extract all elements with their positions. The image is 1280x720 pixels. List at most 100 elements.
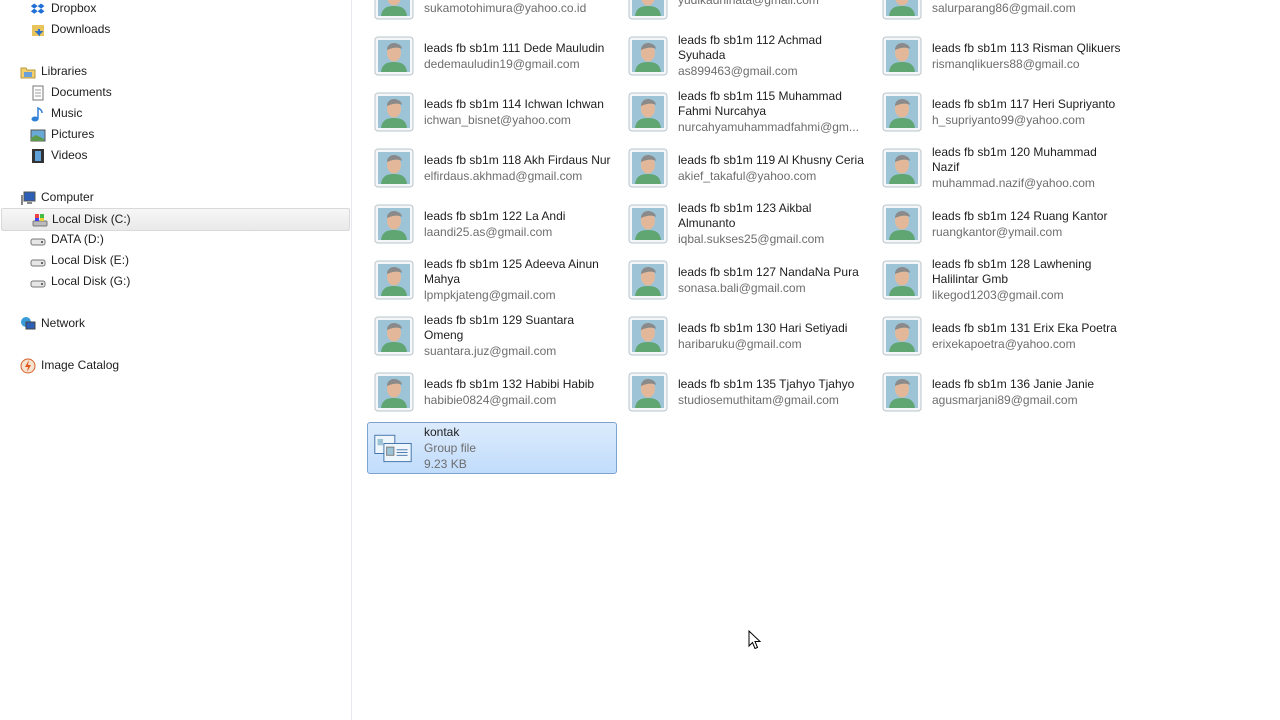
- file-list: Himurasukamotohimura@yahoo.co.id yudikad…: [352, 0, 1280, 720]
- contact-name: leads fb sb1m 112 Achmad Syuhada: [678, 33, 822, 62]
- contact-email: suantara.juz@gmail.com: [424, 344, 557, 358]
- system-drive-icon: [32, 214, 48, 227]
- nav-item-computer[interactable]: Computer: [0, 187, 350, 208]
- group-file-name: kontak: [424, 424, 460, 439]
- contact-avatar-icon: [374, 0, 414, 20]
- nav-item-label: Pictures: [51, 127, 95, 141]
- nav-item-libraries[interactable]: Libraries: [0, 61, 350, 82]
- contact-name: leads fb sb1m 119 Al Khusny Ceria: [678, 152, 864, 167]
- contact-avatar-icon: [882, 36, 922, 76]
- contact-avatar-icon: [374, 148, 414, 188]
- libraries-icon: [20, 67, 36, 79]
- group-file-item[interactable]: kontak Group file 9.23 KB: [367, 422, 617, 474]
- nav-item-network[interactable]: Network: [0, 313, 350, 334]
- nav-item-downloads[interactable]: Downloads: [0, 19, 350, 40]
- contact-item[interactable]: leads fb sb1m 132 Habibi Habib habibie082…: [367, 364, 617, 420]
- nav-item-label: Network: [41, 316, 86, 330]
- contact-item[interactable]: leads fb sb1m 122 La Andi laandi25.as@gma…: [367, 196, 617, 252]
- contact-avatar-icon: [628, 0, 668, 20]
- contact-item[interactable]: leads fb sb1m 117 Heri Supriyanto h_supri…: [875, 84, 1125, 140]
- contact-avatar-icon: [882, 92, 922, 132]
- contact-email: elfirdaus.akhmad@gmail.com: [424, 168, 583, 183]
- nav-item-videos[interactable]: Videos: [0, 145, 350, 166]
- contact-email: iqbal.sukses25@gmail.com: [678, 232, 825, 246]
- contact-name: leads fb sb1m 124 Ruang Kantor: [932, 208, 1108, 223]
- contact-item[interactable]: leads fb sb1m 135 Tjahyo Tjahyo studiosem…: [621, 364, 871, 420]
- contact-name: leads fb sb1m 125 Adeeva Ainun Mahya: [424, 257, 599, 286]
- nav-item-local-disk-g[interactable]: Local Disk (G:): [0, 271, 350, 292]
- contact-item[interactable]: leads fb sb1m 111 Dede Mauludin dedemaulu…: [367, 28, 617, 84]
- nav-item-data-d[interactable]: DATA (D:): [0, 229, 350, 250]
- contact-name: leads fb sb1m 117 Heri Supriyanto: [932, 96, 1116, 111]
- nav-item-pictures[interactable]: Pictures: [0, 124, 350, 145]
- contact-item[interactable]: Subrisalurparang86@gmail.com: [875, 0, 1125, 28]
- nav-item-label: Music: [51, 106, 83, 120]
- contact-email: habibie0824@gmail.com: [424, 392, 557, 407]
- contact-name: leads fb sb1m 114 Ichwan Ichwan: [424, 96, 604, 111]
- contact-email: laandi25.as@gmail.com: [424, 224, 553, 239]
- nav-item-label: Local Disk (G:): [51, 274, 131, 288]
- contact-avatar-icon: [374, 316, 414, 356]
- contact-item[interactable]: leads fb sb1m 130 Hari Setiyadi haribaruk…: [621, 308, 871, 364]
- contact-item[interactable]: leads fb sb1m 119 Al Khusny Ceria akief_t…: [621, 140, 871, 196]
- nav-item-label: Dropbox: [51, 1, 97, 15]
- contact-item[interactable]: leads fb sb1m 115 Muhammad Fahmi Nurcahy…: [621, 84, 871, 140]
- contact-item[interactable]: leads fb sb1m 127 NandaNa Pura sonasa.bal…: [621, 252, 871, 308]
- network-icon: [21, 317, 36, 330]
- contact-item[interactable]: leads fb sb1m 129 Suantara Omeng suantara…: [367, 308, 617, 364]
- contact-item[interactable]: leads fb sb1m 112 Achmad Syuhada as899463…: [621, 28, 871, 84]
- contact-email: muhammad.nazif@yahoo.com: [932, 176, 1095, 190]
- contact-item[interactable]: leads fb sb1m 124 Ruang Kantor ruangkanto…: [875, 196, 1125, 252]
- contact-name: leads fb sb1m 123 Aikbal Almunanto: [678, 201, 812, 230]
- contact-name: leads fb sb1m 113 Risman Qlikuers: [932, 40, 1121, 55]
- contact-item[interactable]: leads fb sb1m 131 Erix Eka Poetra erixeka…: [875, 308, 1125, 364]
- nav-item-label: Libraries: [41, 64, 88, 78]
- nav-item-local-disk-c[interactable]: Local Disk (C:): [1, 208, 350, 231]
- contact-name: leads fb sb1m 111 Dede Mauludin: [424, 40, 605, 55]
- nav-item-music[interactable]: Music: [0, 103, 350, 124]
- contact-item[interactable]: leads fb sb1m 136 Janie Janie agusmarjani…: [875, 364, 1125, 420]
- nav-item-label: DATA (D:): [51, 232, 104, 246]
- navigation-pane: Dropbox Downloads Libraries Documents Music P…: [0, 0, 352, 720]
- nav-item-dropbox[interactable]: Dropbox: [0, 0, 350, 19]
- contact-item[interactable]: yudikadhinata@gmail.com: [621, 0, 871, 28]
- contact-item[interactable]: leads fb sb1m 120 Muhammad Nazif muhammad…: [875, 140, 1125, 196]
- contact-name: leads fb sb1m 115 Muhammad Fahmi Nurcahy…: [678, 89, 842, 118]
- nav-item-label: Image Catalog: [41, 358, 120, 372]
- contact-email: dedemauludin19@gmail.com: [424, 56, 580, 71]
- group-file-type: Group file: [424, 440, 477, 455]
- contact-name: leads fb sb1m 118 Akh Firdaus Nur: [424, 152, 611, 167]
- nav-item-image-catalog[interactable]: Image Catalog: [0, 355, 350, 376]
- contact-avatar-icon: [882, 204, 922, 244]
- contact-email: ruangkantor@ymail.com: [932, 224, 1063, 239]
- contact-avatar-icon: [882, 316, 922, 356]
- contact-email: yudikadhinata@gmail.com: [678, 0, 819, 7]
- contact-email: likegod1203@gmail.com: [932, 288, 1064, 302]
- nav-item-label: Local Disk (C:): [52, 212, 131, 226]
- contact-name: leads fb sb1m 132 Habibi Habib: [424, 376, 595, 391]
- contact-avatar-icon: [374, 36, 414, 76]
- nav-item-local-disk-e[interactable]: Local Disk (E:): [0, 250, 350, 271]
- contact-item[interactable]: leads fb sb1m 118 Akh Firdaus Nur elfirda…: [367, 140, 617, 196]
- contact-item[interactable]: leads fb sb1m 125 Adeeva Ainun Mahya lpmp…: [367, 252, 617, 308]
- contact-name: leads fb sb1m 136 Janie Janie: [932, 376, 1095, 391]
- contact-email: sonasa.bali@gmail.com: [678, 280, 806, 295]
- nav-item-documents[interactable]: Documents: [0, 82, 350, 103]
- contact-email: lpmpkjateng@gmail.com: [424, 288, 556, 302]
- contact-item[interactable]: leads fb sb1m 113 Risman Qlikuers rismanq…: [875, 28, 1125, 84]
- contact-avatar-icon: [628, 316, 668, 356]
- contact-item[interactable]: leads fb sb1m 128 Lawhening Halilintar G…: [875, 252, 1125, 308]
- contact-email: studiosemuthitam@gmail.com: [678, 392, 839, 407]
- contact-avatar-icon: [628, 260, 668, 300]
- contact-item[interactable]: leads fb sb1m 123 Aikbal Almunanto iqbal.…: [621, 196, 871, 252]
- contact-item[interactable]: leads fb sb1m 114 Ichwan Ichwan ichwan_bi…: [367, 84, 617, 140]
- documents-icon: [32, 85, 44, 101]
- contact-item[interactable]: Himurasukamotohimura@yahoo.co.id: [367, 0, 617, 28]
- contact-avatar-icon: [628, 36, 668, 76]
- contact-avatar-icon: [374, 92, 414, 132]
- contact-avatar-icon: [882, 372, 922, 412]
- contact-email: sukamotohimura@yahoo.co.id: [424, 0, 587, 15]
- contact-name: leads fb sb1m 120 Muhammad Nazif: [932, 145, 1097, 174]
- dropbox-icon: [30, 3, 45, 14]
- contact-email: agusmarjani89@gmail.com: [932, 392, 1078, 407]
